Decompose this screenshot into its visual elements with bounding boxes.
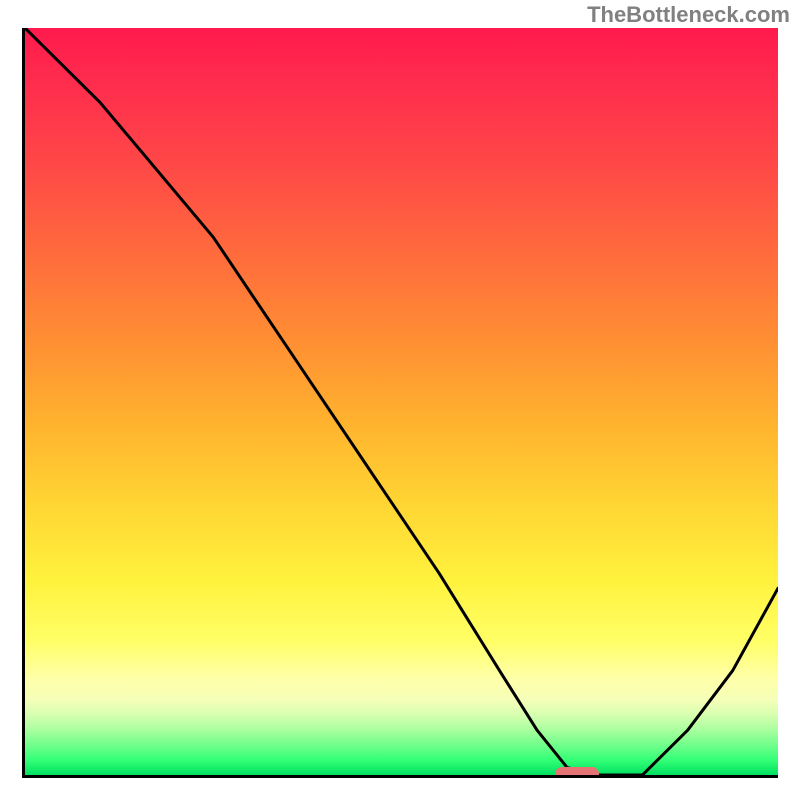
optimal-marker bbox=[555, 767, 599, 778]
bottleneck-curve bbox=[25, 28, 778, 775]
chart-container: TheBottleneck.com bbox=[0, 0, 800, 800]
curve-svg bbox=[25, 28, 778, 775]
watermark-text: TheBottleneck.com bbox=[587, 2, 790, 28]
plot-area bbox=[22, 28, 778, 778]
